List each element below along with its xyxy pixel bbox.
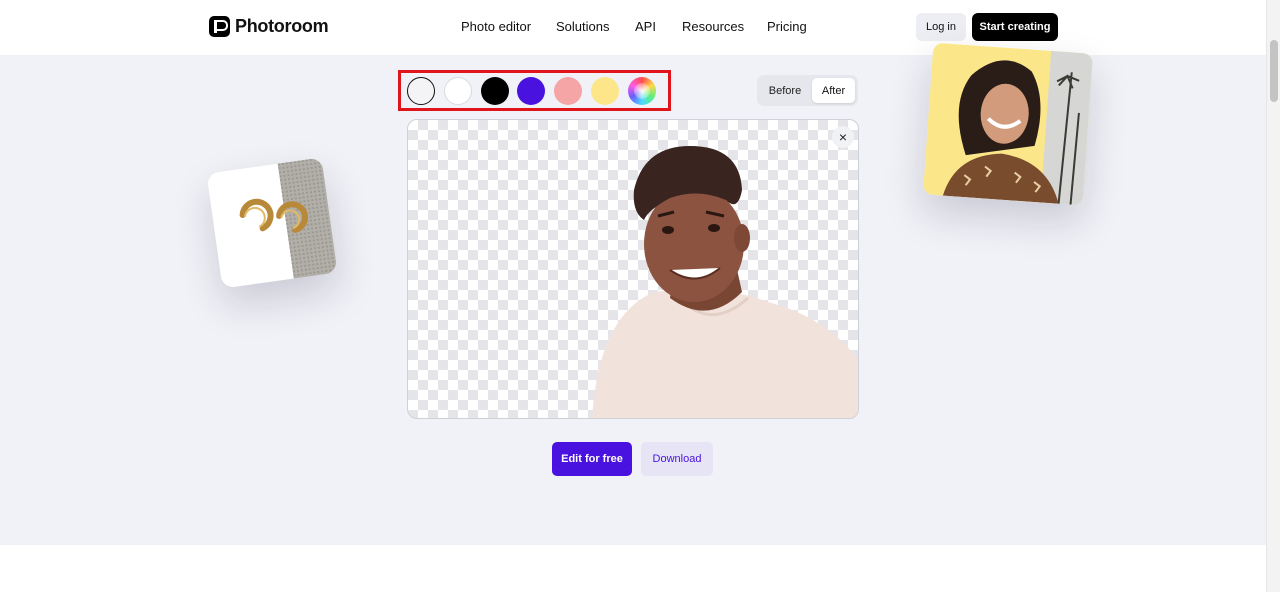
nav-pricing[interactable]: Pricing bbox=[767, 19, 807, 34]
login-button[interactable]: Log in bbox=[916, 13, 966, 41]
edit-for-free-button[interactable]: Edit for free bbox=[552, 442, 632, 476]
swatch-white[interactable] bbox=[444, 77, 472, 105]
portrait-illustration bbox=[922, 42, 1094, 206]
before-after-toggle: Before After bbox=[757, 75, 858, 106]
nav-resources[interactable]: Resources bbox=[682, 19, 744, 34]
download-button[interactable]: Download bbox=[641, 442, 713, 476]
swatch-purple[interactable] bbox=[517, 77, 545, 105]
swatch-pink[interactable] bbox=[554, 77, 582, 105]
swatch-custom-color[interactable] bbox=[628, 77, 656, 105]
site-header: Photoroom Photo editor Solutions API Res… bbox=[0, 0, 1266, 55]
page-scrollbar[interactable] bbox=[1266, 0, 1280, 592]
photoroom-logo[interactable]: Photoroom bbox=[209, 16, 329, 37]
page-section-below bbox=[0, 545, 1266, 592]
swatch-yellow[interactable] bbox=[591, 77, 619, 105]
before-tab[interactable]: Before bbox=[760, 78, 810, 103]
after-tab[interactable]: After bbox=[812, 78, 855, 103]
nav-solutions[interactable]: Solutions bbox=[556, 19, 609, 34]
swatch-black[interactable] bbox=[481, 77, 509, 105]
result-canvas bbox=[407, 119, 859, 419]
close-icon[interactable]: × bbox=[832, 126, 854, 148]
swatch-transparent[interactable] bbox=[407, 77, 435, 105]
earrings-illustration bbox=[206, 157, 338, 289]
earrings-sample-image bbox=[206, 157, 338, 289]
start-creating-button[interactable]: Start creating bbox=[972, 13, 1058, 41]
portrait-sample-image bbox=[922, 42, 1094, 206]
scrollbar-thumb[interactable] bbox=[1270, 40, 1278, 102]
nav-photo-editor[interactable]: Photo editor bbox=[461, 19, 531, 34]
nav-api[interactable]: API bbox=[635, 19, 656, 34]
brand-name: Photoroom bbox=[235, 16, 329, 36]
cutout-person-image bbox=[592, 146, 858, 418]
photoroom-logo-icon bbox=[209, 16, 230, 37]
